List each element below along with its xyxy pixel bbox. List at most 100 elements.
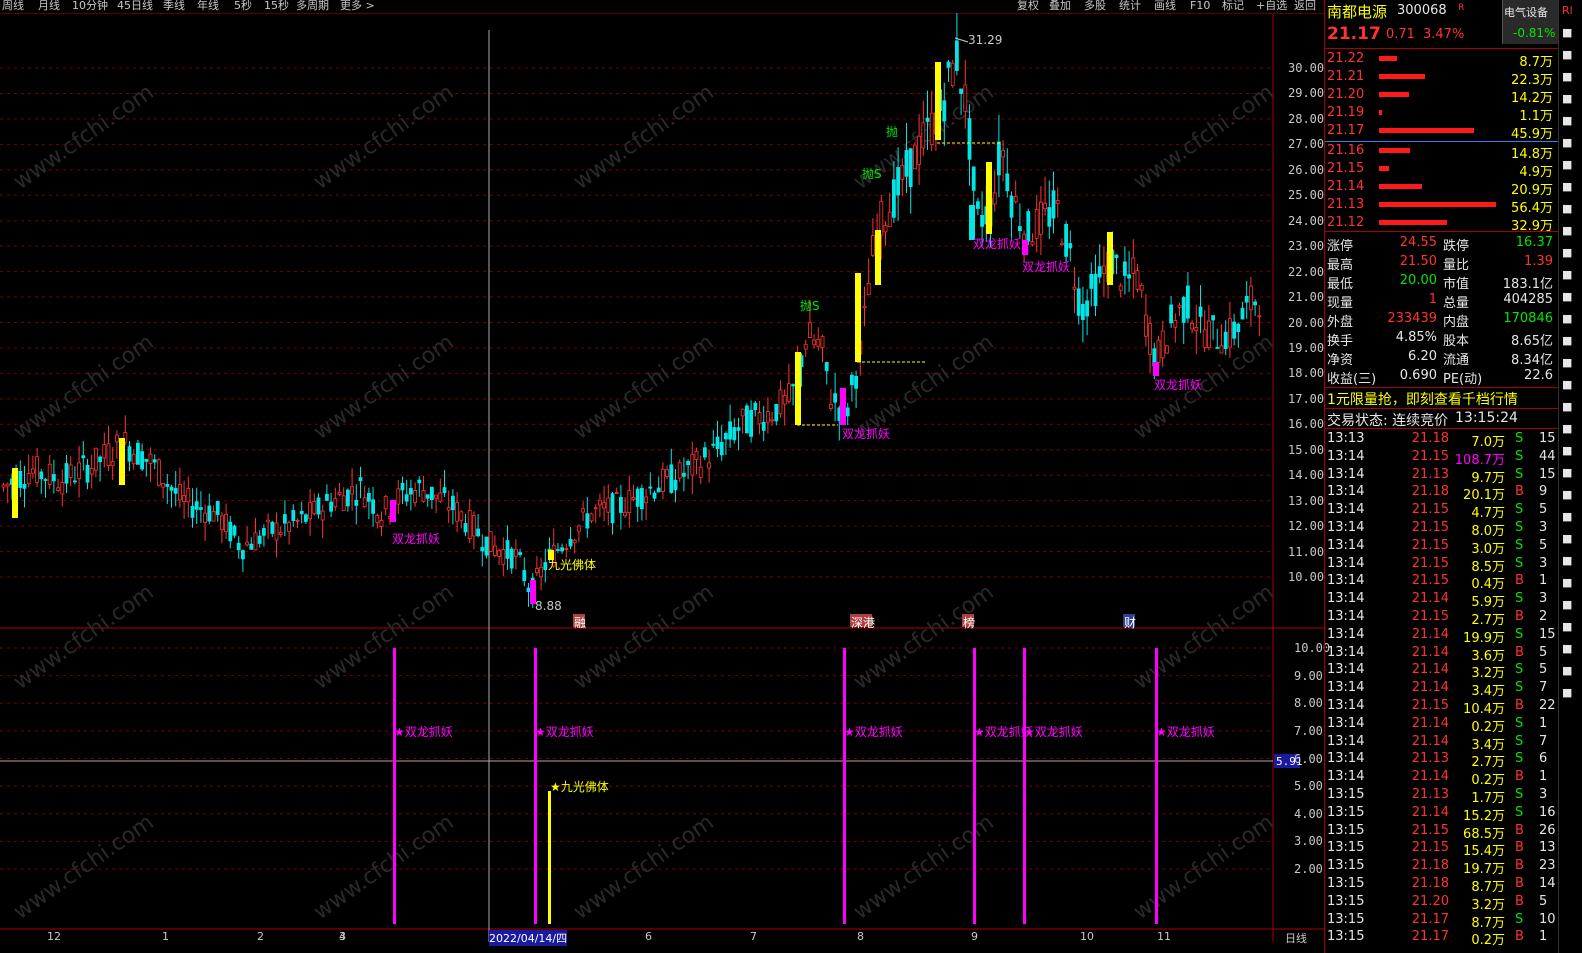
tick-count: 5 <box>1539 644 1548 660</box>
tick-time: 13:14 <box>1327 520 1365 535</box>
candle-body <box>656 487 661 493</box>
period-label[interactable]: 日线 <box>1285 930 1307 946</box>
candle-body <box>1156 339 1161 363</box>
ask-row[interactable]: 21.22 8.7万 <box>1327 51 1555 70</box>
side-tool-icon[interactable]: ■ <box>1562 686 1572 699</box>
period-5s[interactable]: 5秒 <box>234 0 252 12</box>
side-tool-icon[interactable]: ■ <box>1562 664 1572 677</box>
tick-count: 1 <box>1539 715 1548 731</box>
side-tool-icon[interactable]: ■ <box>1562 576 1572 589</box>
period-more[interactable]: 更多 > <box>340 0 375 12</box>
tick-volume: 15.4万 <box>1463 844 1505 860</box>
period-45day[interactable]: 45日线 <box>117 0 153 12</box>
add-watchlist-button[interactable]: +自选 <box>1256 0 1287 12</box>
candle-body <box>203 512 208 523</box>
period-quarter[interactable]: 季线 <box>163 0 185 12</box>
candle-body <box>816 338 821 347</box>
side-tool-icon[interactable]: ■ <box>1562 598 1572 611</box>
tick-volume: 0.2万 <box>1471 773 1505 789</box>
fuquan-button[interactable]: 复权 <box>1017 0 1039 12</box>
candle-body <box>652 492 657 499</box>
side-tool-icon[interactable]: ■ <box>1562 158 1572 171</box>
back-button[interactable]: 返回 <box>1294 0 1316 12</box>
candle-body <box>976 201 980 209</box>
side-tool-icon[interactable]: ■ <box>1562 642 1572 655</box>
period-10min[interactable]: 10分钟 <box>72 0 108 12</box>
kline-chart-svg[interactable]: 5.91 www.cfchi.com www.cfchi.com www.cfchi… <box>0 13 1324 942</box>
mark-button[interactable]: 标记 <box>1222 0 1244 12</box>
stat-row: 换手 4.85% 股本 8.65亿 <box>1327 330 1555 349</box>
side-tool-icon[interactable]: ■ <box>1562 488 1572 501</box>
candle-body <box>182 495 187 503</box>
side-tool-icon[interactable]: ■ <box>1562 620 1572 633</box>
tick-time: 13:14 <box>1327 769 1365 785</box>
side-tool-icon[interactable]: ■ <box>1562 466 1572 479</box>
price-axis-tick: 22.00 <box>1288 264 1325 279</box>
tick-volume: 15.2万 <box>1463 808 1505 824</box>
bid-row[interactable]: 21.15 4.9万 <box>1327 161 1555 180</box>
price-axis-tick: 23.00 <box>1288 239 1325 254</box>
tick-volume: 10.4万 <box>1463 702 1505 717</box>
side-tool-strip[interactable]: Rl ■ ■ ■ ■ ■ ■ ■ ■ ■ ■ ■ ■ ■ ■ ■ ■ ■ ■ ■ ■ ■ ■ ■ ■ ■ ■ ■ ■ ■ ■ ■ <box>1558 0 1582 953</box>
tick-volume: 19.7万 <box>1463 862 1505 878</box>
side-tool-icon[interactable]: ■ <box>1562 92 1572 105</box>
tick-count: 23 <box>1539 858 1556 874</box>
period-multi[interactable]: 多周期 <box>296 0 329 12</box>
kline-chart-area[interactable]: 5.91 www.cfchi.com www.cfchi.com www.cfchi… <box>0 13 1330 946</box>
overlay-button[interactable]: 叠加 <box>1049 0 1071 12</box>
bid-row[interactable]: 21.14 20.9万 <box>1327 179 1555 198</box>
bid-row[interactable]: 21.16 14.8万 <box>1327 143 1555 162</box>
candle-body <box>850 374 854 386</box>
side-tool-icon[interactable]: ■ <box>1562 48 1572 61</box>
side-tool-icon[interactable]: ■ <box>1562 290 1572 303</box>
side-tool-icon[interactable]: ■ <box>1562 224 1572 237</box>
indicator-bar <box>393 648 396 924</box>
level2-promo[interactable]: 1元限量抢，即刻查看千档行情 <box>1327 389 1518 409</box>
side-tool-icon[interactable]: ■ <box>1562 246 1572 259</box>
ask-row[interactable]: 21.19 1.1万 <box>1327 105 1555 124</box>
period-year[interactable]: 年线 <box>197 0 219 12</box>
ask-row[interactable]: 21.17 45.9万 <box>1327 123 1555 142</box>
candle-body <box>572 539 577 544</box>
side-tool-icon[interactable]: ■ <box>1562 136 1572 149</box>
f10-button[interactable]: F10 <box>1190 0 1210 12</box>
candle-body <box>505 540 510 559</box>
side-tool-icon[interactable]: ■ <box>1562 312 1572 325</box>
candle-body <box>198 507 203 510</box>
candle-body <box>1055 200 1060 204</box>
stat-label: 净资 <box>1327 353 1354 368</box>
side-tool-icon[interactable]: ■ <box>1562 422 1572 435</box>
stats-button[interactable]: 统计 <box>1119 0 1141 12</box>
side-tool-icon[interactable]: ■ <box>1562 444 1572 457</box>
draw-line-button[interactable]: 画线 <box>1154 0 1176 12</box>
side-tool-icon[interactable]: ■ <box>1562 554 1572 567</box>
ask-row[interactable]: 21.21 22.3万 <box>1327 69 1555 88</box>
side-tool-icon[interactable]: ■ <box>1562 510 1572 523</box>
period-15s[interactable]: 15秒 <box>264 0 289 12</box>
side-tool-icon[interactable]: ■ <box>1562 70 1572 83</box>
period-monthly[interactable]: 月线 <box>38 0 60 12</box>
side-tool-icon[interactable]: ■ <box>1562 268 1572 281</box>
book-volume: 8.7万 <box>1519 55 1553 70</box>
side-tool-icon[interactable]: ■ <box>1562 114 1572 127</box>
tick-side: S <box>1515 466 1524 482</box>
candle-body <box>1076 288 1081 316</box>
side-tool-icon[interactable]: ■ <box>1562 202 1572 215</box>
side-tool-icon[interactable]: ■ <box>1562 378 1572 391</box>
side-tool-icon[interactable]: ■ <box>1562 180 1572 193</box>
bid-row[interactable]: 21.13 56.4万 <box>1327 197 1555 216</box>
ask-row[interactable]: 21.20 14.2万 <box>1327 87 1555 106</box>
side-tool-icon[interactable]: Rl <box>1562 4 1573 17</box>
side-tool-icon[interactable]: ■ <box>1562 334 1572 347</box>
stat-row: 现量 1 总量 404285 <box>1327 292 1555 311</box>
side-tool-icon[interactable]: ■ <box>1562 400 1572 413</box>
side-tool-icon[interactable]: ■ <box>1562 26 1572 39</box>
book-volume-bar <box>1379 184 1422 189</box>
period-weekly[interactable]: 周线 <box>2 0 24 12</box>
candle-body <box>1198 306 1203 317</box>
side-tool-icon[interactable]: ■ <box>1562 356 1572 369</box>
tick-volume: 8.7万 <box>1471 880 1505 895</box>
multi-stock-button[interactable]: 多股 <box>1084 0 1106 12</box>
candle-body <box>724 433 728 440</box>
side-tool-icon[interactable]: ■ <box>1562 532 1572 545</box>
